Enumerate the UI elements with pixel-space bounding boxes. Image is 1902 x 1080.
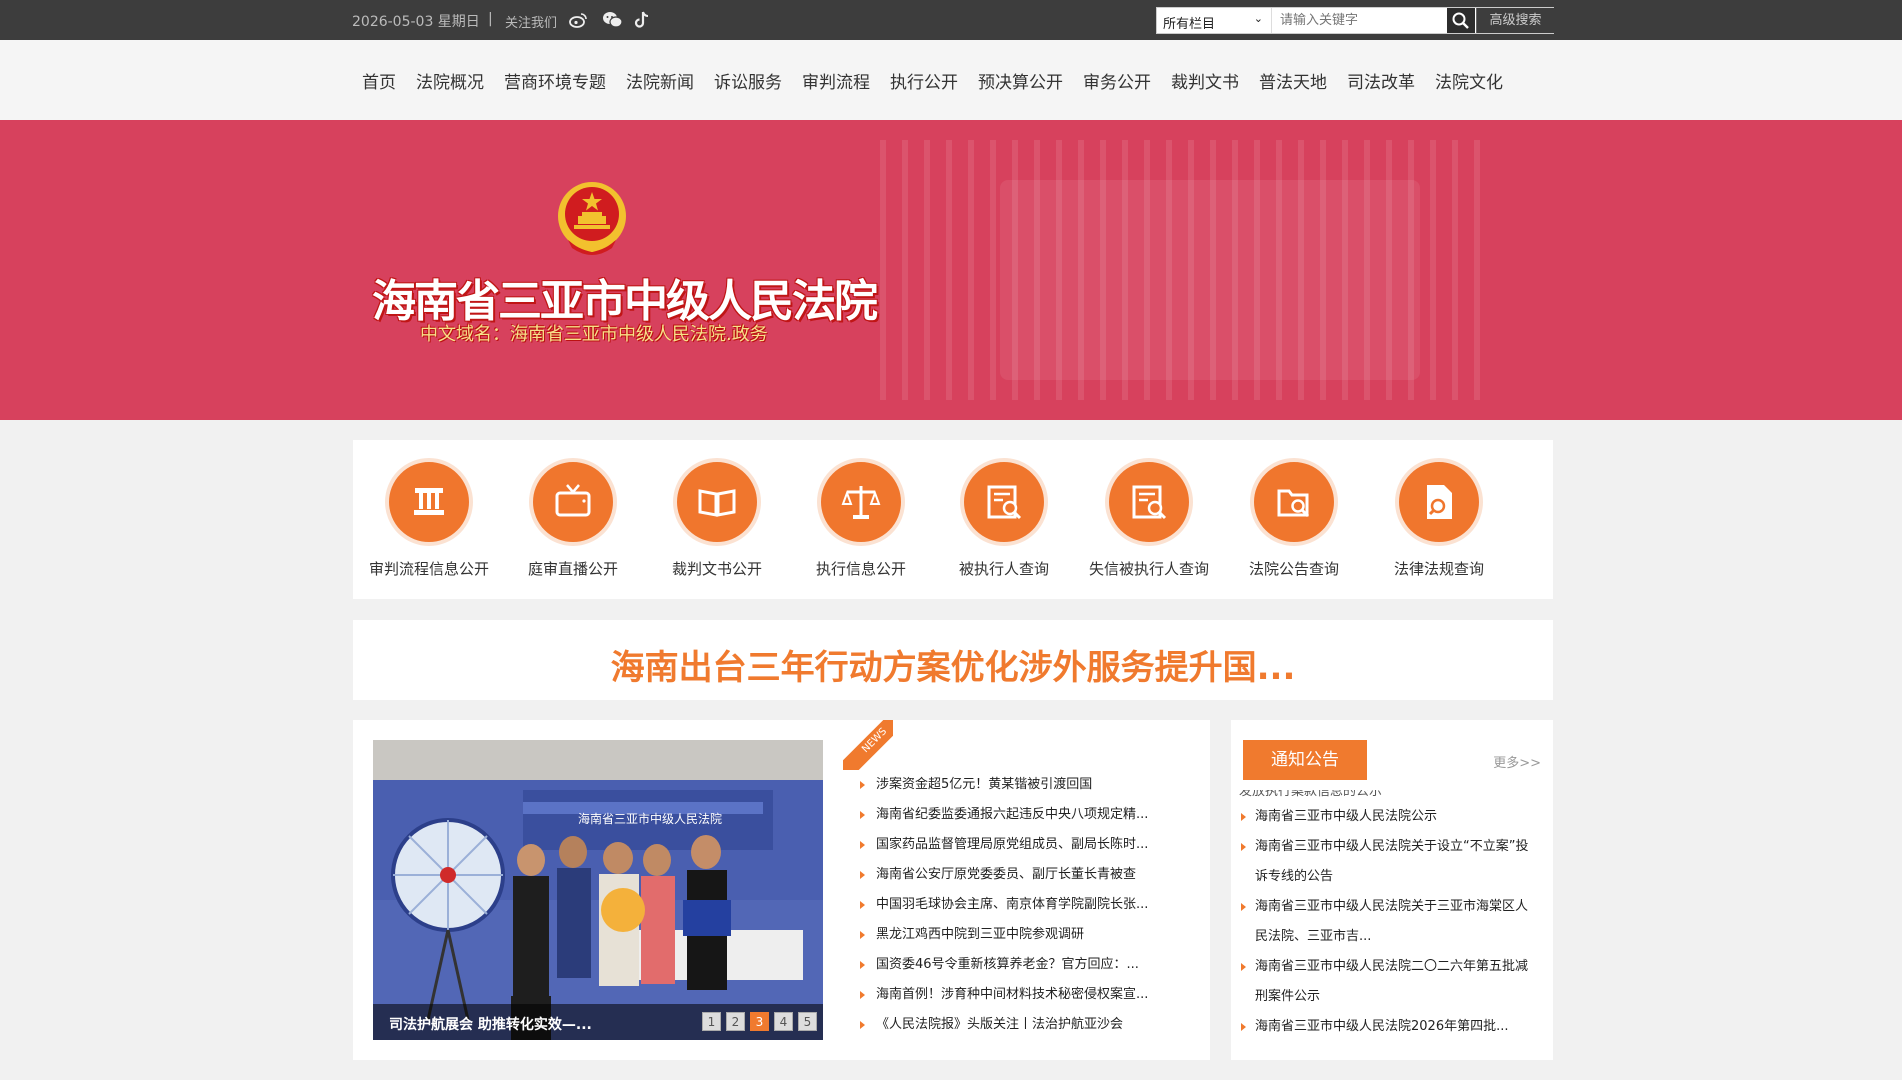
douyin-icon[interactable] <box>632 10 652 30</box>
nav-item[interactable]: 预决算公开 <box>968 68 1073 93</box>
photo-banner-text: 海南省三亚市中级人民法院 <box>578 812 723 826</box>
more-link[interactable]: 更多>> <box>1493 752 1541 771</box>
news-item[interactable]: 涉案资金超5亿元！黄某锴被引渡回国 <box>858 770 1148 800</box>
news-item[interactable]: 海南首例！涉育种中间材料技术秘密侵权案宣... <box>858 980 1148 1010</box>
news-item[interactable]: 《人民法院报》头版关注丨法治护航亚沙会 <box>858 1010 1148 1040</box>
slideshow-page-button[interactable]: 5 <box>798 1012 817 1031</box>
search-icon <box>1452 12 1469 29</box>
document-search-icon[interactable] <box>1105 458 1193 546</box>
nav-item[interactable]: 普法天地 <box>1249 68 1337 93</box>
domain-name-text: 中文域名：海南省三亚市中级人民法院.政务 <box>420 324 768 345</box>
nav-item[interactable]: 营商环境专题 <box>494 68 616 93</box>
pillar-icon[interactable] <box>385 458 473 546</box>
news-item[interactable]: 海南省公安厅原党委委员、副厅长董长青被查 <box>858 860 1148 890</box>
file-search-icon[interactable] <box>1395 458 1483 546</box>
news-section: 海南省三亚市中级人民法院 司法护航展会 助推转化实效—... 12345 NEW… <box>353 720 1210 1060</box>
slideshow-caption-bar: 司法护航展会 助推转化实效—... 12345 <box>373 1004 823 1040</box>
separator: | <box>488 11 493 27</box>
slideshow-pager: 12345 <box>697 1012 817 1031</box>
search-input[interactable] <box>1272 8 1443 33</box>
news-ribbon-label: NEWS <box>843 720 893 770</box>
nav-item[interactable]: 首页 <box>352 68 406 93</box>
search-button[interactable] <box>1447 8 1475 33</box>
service-label[interactable]: 失信被执行人查询 <box>1079 558 1219 579</box>
current-date: 2026-05-03 星期日 <box>352 14 480 30</box>
service-label[interactable]: 法律法规查询 <box>1369 558 1509 579</box>
news-ribbon: NEWS <box>843 720 893 770</box>
service-shortcuts: 审判流程信息公开 庭审直播公开 裁判文书公开 执行信息公开 被执行人查询 失信被执行人查询… <box>353 440 1553 599</box>
service-item[interactable]: 裁判文书公开 <box>647 458 787 579</box>
service-label[interactable]: 裁判文书公开 <box>647 558 787 579</box>
slideshow-page-button[interactable]: 1 <box>702 1012 721 1031</box>
notice-item[interactable]: 海南省三亚市中级人民法院关于三亚市海棠区人民法院、三亚市吉... <box>1239 892 1539 952</box>
service-label[interactable]: 执行信息公开 <box>791 558 931 579</box>
nav-item[interactable]: 诉讼服务 <box>704 68 792 93</box>
follow-us-label: 关注我们 <box>505 16 558 31</box>
scope-select[interactable]: 所有栏目 ⌄ <box>1157 8 1272 33</box>
news-item[interactable]: 国资委46号令重新核算养老金？官方回应：... <box>858 950 1148 980</box>
notice-item[interactable]: 海南省三亚市中级人民法院关于设立“不立案”投诉专线的公告 <box>1239 832 1539 892</box>
main-nav: 首页 法院概况 营商环境专题 法院新闻 诉讼服务 审判流程 执行公开 预决算公开 审务公开 裁判文… <box>0 40 1902 120</box>
headline-banner[interactable]: 海南出台三年行动方案优化涉外服务提升国... <box>353 620 1553 700</box>
service-item[interactable]: 法律法规查询 <box>1369 458 1509 579</box>
news-item[interactable]: 海南省纪委监委通报六起违反中央八项规定精... <box>858 800 1148 830</box>
service-label[interactable]: 被执行人查询 <box>934 558 1074 579</box>
nav-item[interactable]: 执行公开 <box>880 68 968 93</box>
notice-item[interactable]: 海南省三亚市中级人民法院公示 <box>1239 802 1539 832</box>
headline-text[interactable]: 海南出台三年行动方案优化涉外服务提升国... <box>611 640 1296 689</box>
banner-background-panel <box>1000 180 1420 380</box>
scales-icon[interactable] <box>817 458 905 546</box>
scope-select-value: 所有栏目 <box>1163 17 1216 32</box>
notice-scroll-list: 发放执行案款信息的公示 海南省三亚市中级人民法院公示 海南省三亚市中级人民法院关于… <box>1239 790 1539 1048</box>
search-box: 所有栏目 ⌄ 高级搜索 <box>1156 7 1554 34</box>
notice-item[interactable]: 海南省三亚市中级人民法院二〇二六年第五批减刑案件公示 <box>1239 952 1539 1012</box>
advanced-search-button[interactable]: 高级搜索 <box>1476 8 1554 33</box>
weibo-icon[interactable] <box>568 10 588 30</box>
wechat-icon[interactable] <box>602 10 623 30</box>
top-bar: 2026-05-03 星期日 | 关注我们 所有栏目 ⌄ 高级搜索 <box>0 0 1902 40</box>
nav-item[interactable]: 法院文化 <box>1425 68 1513 93</box>
chevron-down-icon: ⌄ <box>1253 12 1263 25</box>
slideshow-page-button[interactable]: 3 <box>750 1012 769 1031</box>
service-label[interactable]: 法院公告查询 <box>1224 558 1364 579</box>
news-item[interactable]: 黑龙江鸡西中院到三亚中院参观调研 <box>858 920 1148 950</box>
slideshow-page-button[interactable]: 2 <box>726 1012 745 1031</box>
service-item[interactable]: 执行信息公开 <box>791 458 931 579</box>
notice-tab[interactable]: 通知公告 <box>1243 740 1367 780</box>
national-emblem-icon <box>558 182 626 255</box>
notice-section: 通知公告 更多>> 发放执行案款信息的公示 海南省三亚市中级人民法院公示 海南省三… <box>1231 720 1553 1060</box>
nav-item[interactable]: 审务公开 <box>1073 68 1161 93</box>
service-item[interactable]: 被执行人查询 <box>934 458 1074 579</box>
nav-item[interactable]: 审判流程 <box>792 68 880 93</box>
slideshow-page-button[interactable]: 4 <box>774 1012 793 1031</box>
nav-item[interactable]: 法院新闻 <box>616 68 704 93</box>
service-item[interactable]: 法院公告查询 <box>1224 458 1364 579</box>
notice-item[interactable]: 海南省三亚市中级人民法院2026年第四批... <box>1239 1012 1539 1042</box>
court-banner: 海南省三亚市中级人民法院 中文域名：海南省三亚市中级人民法院.政务 <box>0 120 1902 420</box>
document-search-icon[interactable] <box>960 458 1048 546</box>
service-item[interactable]: 庭审直播公开 <box>503 458 643 579</box>
nav-item[interactable]: 裁判文书 <box>1161 68 1249 93</box>
news-list: 涉案资金超5亿元！黄某锴被引渡回国 海南省纪委监委通报六起违反中央八项规定精...… <box>858 770 1148 1040</box>
nav-item[interactable]: 法院概况 <box>406 68 494 93</box>
service-label[interactable]: 审判流程信息公开 <box>359 558 499 579</box>
service-label[interactable]: 庭审直播公开 <box>503 558 643 579</box>
news-item[interactable]: 国家药品监督管理局原党组成员、副局长陈时... <box>858 830 1148 860</box>
slideshow-photo <box>373 740 823 1040</box>
nav-item[interactable]: 司法改革 <box>1337 68 1425 93</box>
service-item[interactable]: 失信被执行人查询 <box>1079 458 1219 579</box>
tv-icon[interactable] <box>529 458 617 546</box>
news-item[interactable]: 中国羽毛球协会主席、南京体育学院副院长张... <box>858 890 1148 920</box>
book-icon[interactable] <box>673 458 761 546</box>
slideshow-caption[interactable]: 司法护航展会 助推转化实效—... <box>389 1014 592 1034</box>
folder-search-icon[interactable] <box>1250 458 1338 546</box>
news-slideshow[interactable]: 海南省三亚市中级人民法院 司法护航展会 助推转化实效—... 12345 <box>373 740 823 1040</box>
notice-item-partial[interactable]: 发放执行案款信息的公示 <box>1239 790 1539 802</box>
service-item[interactable]: 审判流程信息公开 <box>359 458 499 579</box>
